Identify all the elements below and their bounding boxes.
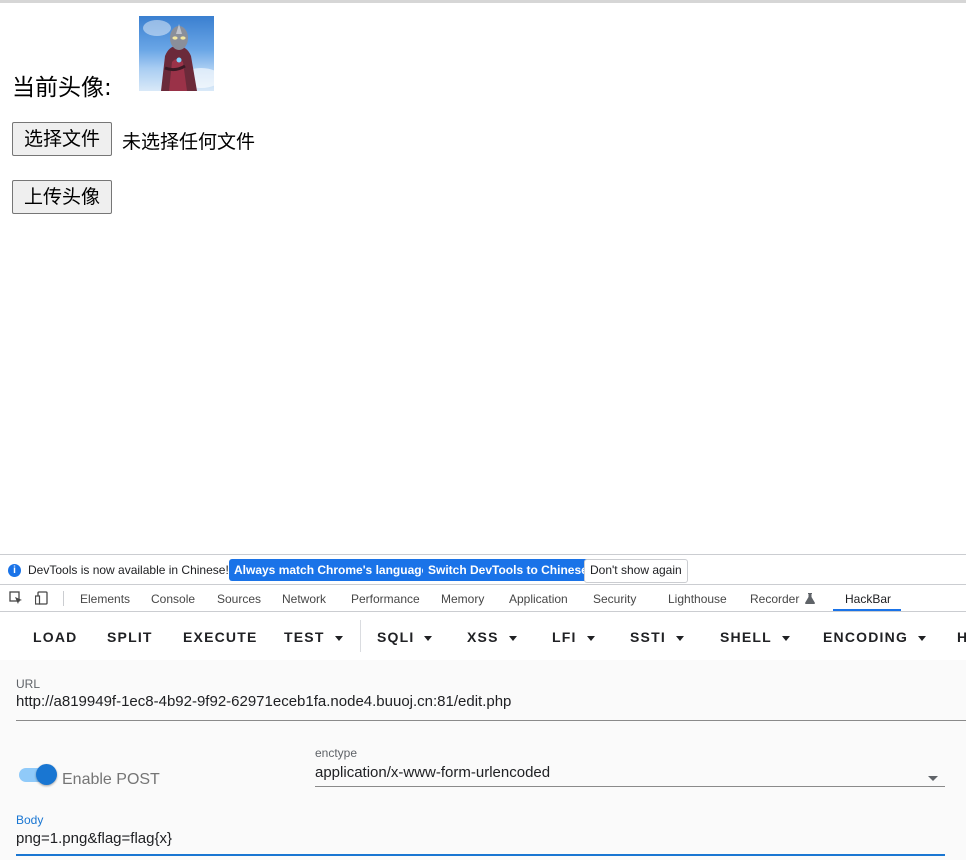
match-language-button[interactable]: Always match Chrome's language xyxy=(229,559,434,581)
tab-lighthouse[interactable]: Lighthouse xyxy=(668,592,727,606)
enctype-underline xyxy=(315,786,945,787)
body-field[interactable]: png=1.png&flag=flag{x} xyxy=(16,830,172,847)
tab-application[interactable]: Application xyxy=(509,592,568,606)
dropdown-arrow-icon[interactable] xyxy=(928,776,938,781)
xss-menu-label: XSS xyxy=(467,629,499,645)
caret-down-icon xyxy=(675,635,684,641)
hackbar-lfi-menu[interactable]: LFI xyxy=(552,629,595,645)
body-field-underline xyxy=(16,854,945,856)
hackbar-split-button[interactable]: SPLIT xyxy=(107,629,153,645)
enable-post-label: Enable POST xyxy=(62,771,160,788)
tab-sources[interactable]: Sources xyxy=(217,592,261,606)
tab-recorder[interactable]: Recorder xyxy=(750,592,815,606)
file-input-row: 选择文件 未选择任何文件 xyxy=(12,122,255,156)
hackbar-shell-menu[interactable]: SHELL xyxy=(720,629,790,645)
devtools-language-infobar: i DevTools is now available in Chinese! … xyxy=(0,554,966,585)
lfi-menu-label: LFI xyxy=(552,629,577,645)
test-menu-label: TEST xyxy=(284,629,325,645)
devtools-panel: i DevTools is now available in Chinese! … xyxy=(0,554,966,860)
sqli-menu-label: SQLI xyxy=(377,629,415,645)
avatar-figure xyxy=(143,20,214,91)
dont-show-again-button[interactable]: Don't show again xyxy=(584,559,688,583)
window-top-border xyxy=(0,0,966,3)
hackbar-xss-menu[interactable]: XSS xyxy=(467,629,517,645)
tab-elements[interactable]: Elements xyxy=(80,592,130,606)
caret-down-icon xyxy=(781,635,790,641)
caret-down-icon xyxy=(586,635,595,641)
hackbar-ssti-menu[interactable]: SSTI xyxy=(630,629,684,645)
file-status-text: 未选择任何文件 xyxy=(122,131,256,153)
infobar-message: DevTools is now available in Chinese! xyxy=(28,563,229,577)
url-field-underline xyxy=(16,720,966,721)
hackbar-sqli-menu[interactable]: SQLI xyxy=(377,629,433,645)
caret-down-icon xyxy=(334,635,343,641)
hackbar-encoding-menu[interactable]: ENCODING xyxy=(823,629,927,645)
url-field-label: URL xyxy=(16,677,41,691)
active-tab-indicator xyxy=(833,609,901,611)
tab-performance[interactable]: Performance xyxy=(351,592,420,606)
caret-down-icon xyxy=(918,635,927,641)
enctype-label: enctype xyxy=(315,746,358,760)
tab-hackbar[interactable]: HackBar xyxy=(845,592,891,606)
enable-post-toggle-thumb[interactable] xyxy=(36,764,57,785)
ssti-menu-label: SSTI xyxy=(630,629,666,645)
caret-down-icon xyxy=(424,635,433,641)
tab-memory[interactable]: Memory xyxy=(441,592,484,606)
tab-recorder-label: Recorder xyxy=(750,592,800,606)
tab-security[interactable]: Security xyxy=(593,592,636,606)
avatar-label: 当前头像: xyxy=(12,75,112,101)
hackbar-load-button[interactable]: LOAD xyxy=(33,629,77,645)
hackbar-overflow-menu[interactable]: H xyxy=(957,629,966,645)
enctype-select[interactable]: application/x-www-form-urlencoded xyxy=(315,764,550,781)
toolbar-divider xyxy=(360,620,361,652)
tab-console[interactable]: Console xyxy=(151,592,195,606)
switch-to-chinese-button[interactable]: Switch DevTools to Chinese xyxy=(423,559,593,581)
hackbar-form: URL http://a819949f-1ec8-4b92-9f92-62971… xyxy=(0,660,966,860)
devtools-tabbar: Elements Console Sources Network Perform… xyxy=(0,585,966,612)
hackbar-toolbar: LOAD SPLIT EXECUTE TEST SQLI XSS LFI SST… xyxy=(0,612,966,660)
hackbar-test-menu[interactable]: TEST xyxy=(284,629,343,645)
shell-menu-label: SHELL xyxy=(720,629,772,645)
url-field[interactable]: http://a819949f-1ec8-4b92-9f92-62971eceb… xyxy=(16,693,511,710)
inspect-element-icon[interactable] xyxy=(9,591,23,605)
hackbar-execute-button[interactable]: EXECUTE xyxy=(183,629,258,645)
upload-row: 上传头像 xyxy=(12,180,113,214)
experiment-flask-icon xyxy=(804,593,815,604)
info-icon: i xyxy=(8,564,21,577)
avatar-image xyxy=(139,16,214,91)
upload-avatar-button[interactable]: 上传头像 xyxy=(12,180,113,214)
choose-file-button[interactable]: 选择文件 xyxy=(12,122,113,156)
caret-down-icon xyxy=(508,635,517,641)
tabbar-divider xyxy=(63,591,64,606)
device-toolbar-icon[interactable] xyxy=(35,591,49,605)
encoding-menu-label: ENCODING xyxy=(823,629,909,645)
body-field-label: Body xyxy=(16,813,44,827)
tab-network[interactable]: Network xyxy=(282,592,326,606)
